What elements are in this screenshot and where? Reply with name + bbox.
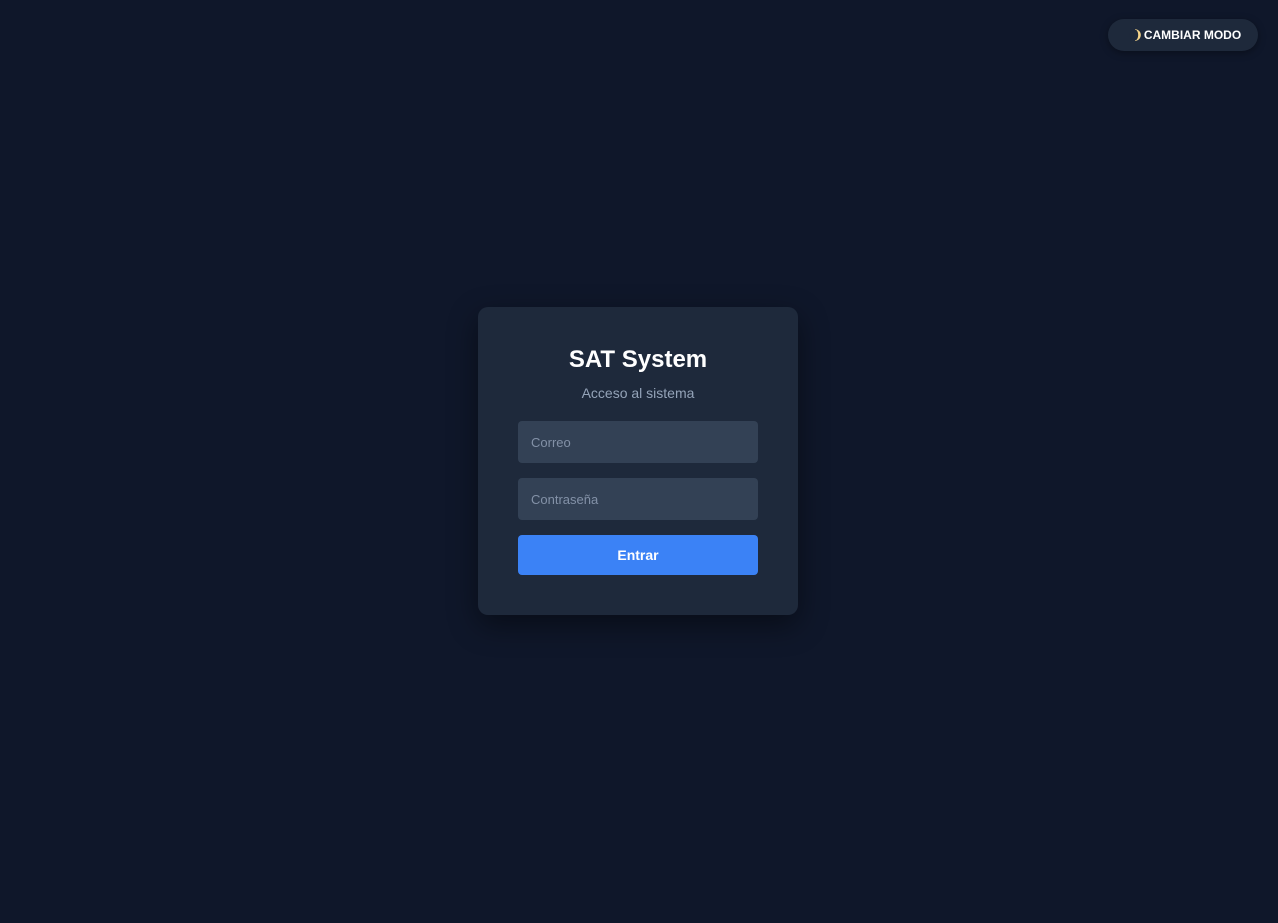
login-card: SAT System Acceso al sistema Entrar (478, 307, 798, 615)
email-field[interactable] (518, 421, 758, 463)
page-title: SAT System (568, 346, 708, 373)
login-button[interactable]: Entrar (518, 535, 758, 575)
theme-toggle-label: CAMBIAR MODO (1143, 28, 1242, 42)
login-subtitle: Acceso al sistema (581, 385, 695, 401)
half-moon-icon (1129, 29, 1141, 41)
theme-toggle-button[interactable]: CAMBIAR MODO (1108, 19, 1258, 51)
password-field[interactable] (518, 478, 758, 520)
